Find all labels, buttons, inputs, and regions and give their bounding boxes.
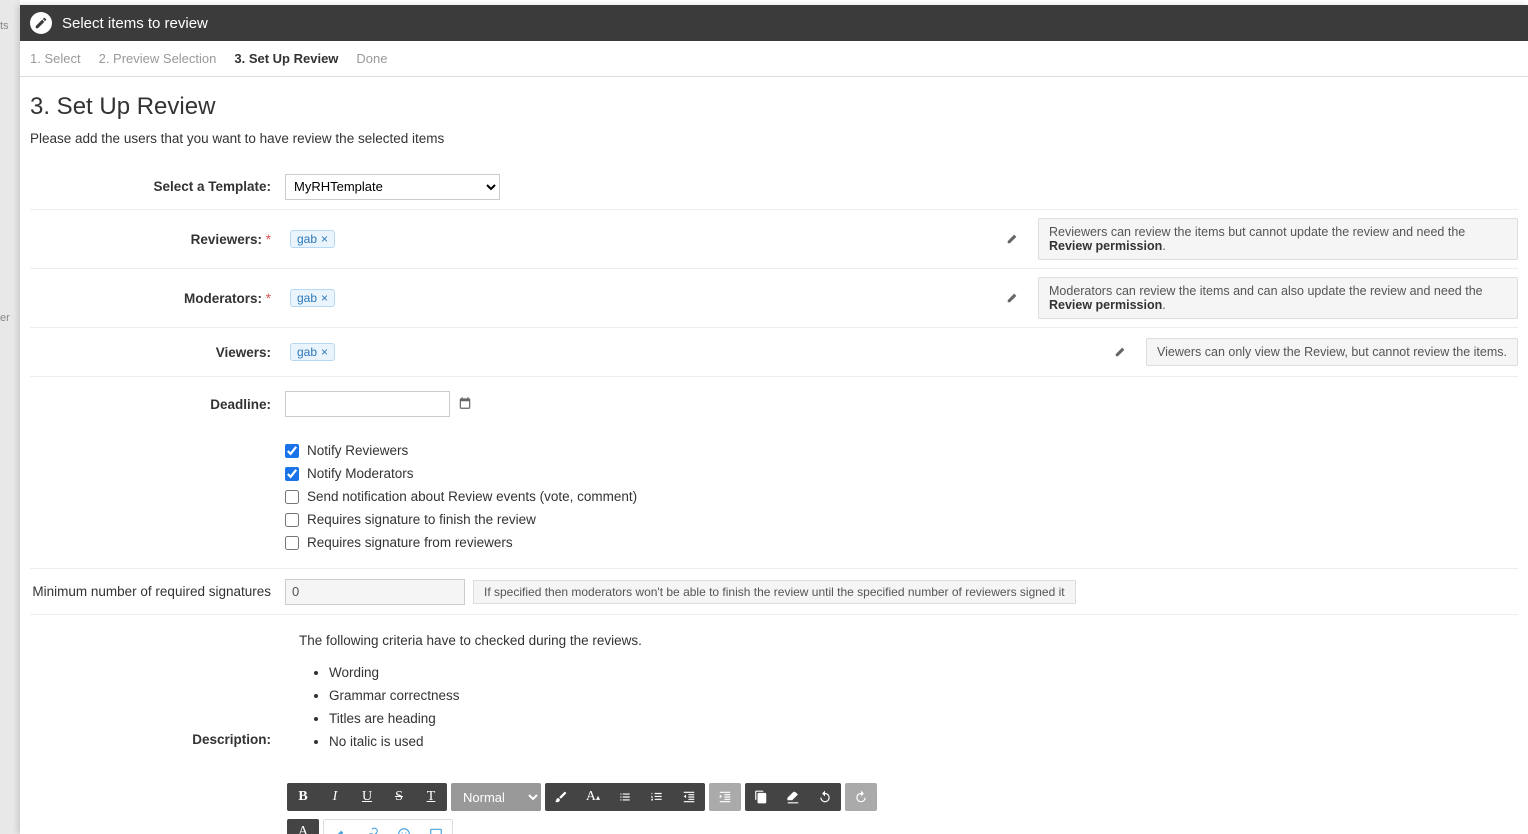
row-moderators: Moderators: * gab× Moderators can review… xyxy=(30,269,1518,328)
row-reviewers: Reviewers: * gab× Reviewers can review t… xyxy=(30,210,1518,269)
reviewers-input[interactable]: gab× xyxy=(285,223,935,255)
clear-format-button[interactable]: T xyxy=(415,783,447,811)
fullscreen-button[interactable] xyxy=(420,820,452,834)
notify-moderators-checkbox[interactable] xyxy=(285,467,299,481)
row-template: Select a Template: MyRHTemplate xyxy=(30,164,1518,210)
form-content: 3. Set Up Review Please add the users th… xyxy=(20,77,1528,834)
send-notification-checkbox[interactable] xyxy=(285,490,299,504)
paragraph-format-select[interactable]: Normal xyxy=(451,783,541,811)
row-deadline: Deadline: xyxy=(30,377,1518,425)
rte-toolbar: B I U S T Normal A▴ xyxy=(285,783,1518,834)
notify-reviewers-checkbox[interactable] xyxy=(285,444,299,458)
reviewers-hint: Reviewers can review the items but canno… xyxy=(1038,218,1518,260)
viewers-hint: Viewers can only view the Review, but ca… xyxy=(1146,338,1518,366)
font-color-button[interactable]: A xyxy=(287,819,319,834)
row-notifications: Notify Reviewers Notify Moderators Send … xyxy=(30,425,1518,569)
calendar-icon[interactable] xyxy=(458,396,472,413)
text-color-button[interactable] xyxy=(545,783,577,811)
link-button[interactable] xyxy=(356,820,388,834)
edit-moderators-icon[interactable] xyxy=(1006,290,1020,307)
remove-tag-icon[interactable]: × xyxy=(321,345,328,359)
step-done[interactable]: Done xyxy=(356,51,387,66)
edit-reviewers-icon[interactable] xyxy=(1006,231,1020,248)
template-select[interactable]: MyRHTemplate xyxy=(285,174,500,200)
step-select[interactable]: 1. Select xyxy=(30,51,81,66)
moderator-tag[interactable]: gab× xyxy=(290,289,335,307)
requires-signature-reviewers-checkbox[interactable] xyxy=(285,536,299,550)
label-viewers: Viewers: xyxy=(30,345,285,360)
outdent-button[interactable] xyxy=(673,783,705,811)
eraser-button[interactable] xyxy=(777,783,809,811)
edit-html-button[interactable] xyxy=(324,820,356,834)
wizard-steps: 1. Select 2. Preview Selection 3. Set Up… xyxy=(20,41,1528,77)
indent-button[interactable] xyxy=(709,783,741,811)
row-viewers: Viewers: gab× Viewers can only view the … xyxy=(30,328,1518,377)
edit-viewers-icon[interactable] xyxy=(1114,344,1128,361)
reviewer-tag[interactable]: gab× xyxy=(290,230,335,248)
label-reviewers: Reviewers: xyxy=(191,232,262,247)
page-heading: 3. Set Up Review xyxy=(30,93,1518,121)
page-intro: Please add the users that you want to ha… xyxy=(30,131,1518,146)
remove-tag-icon[interactable]: × xyxy=(321,291,328,305)
ordered-list-button[interactable] xyxy=(641,783,673,811)
background-app-sliver: ts er xyxy=(0,0,20,834)
requires-signature-finish-checkbox[interactable] xyxy=(285,513,299,527)
deadline-input[interactable] xyxy=(285,391,450,417)
step-setup[interactable]: 3. Set Up Review xyxy=(234,51,338,66)
row-min-signatures: Minimum number of required signatures If… xyxy=(30,569,1518,615)
label-description: Description: xyxy=(30,732,285,747)
app-logo-icon xyxy=(30,12,52,34)
modal-header: Select items to review xyxy=(20,5,1528,41)
unordered-list-button[interactable] xyxy=(609,783,641,811)
min-signatures-input xyxy=(285,579,465,605)
step-preview[interactable]: 2. Preview Selection xyxy=(99,51,217,66)
viewers-input[interactable]: gab× xyxy=(285,336,935,368)
italic-button[interactable]: I xyxy=(319,783,351,811)
modal-title: Select items to review xyxy=(62,15,208,32)
min-signatures-hint: If specified then moderators won't be ab… xyxy=(473,580,1076,604)
font-size-button[interactable]: A▴ xyxy=(577,783,609,811)
strikethrough-button[interactable]: S xyxy=(383,783,415,811)
label-template: Select a Template: xyxy=(30,179,285,194)
viewer-tag[interactable]: gab× xyxy=(290,343,335,361)
label-moderators: Moderators: xyxy=(184,291,262,306)
undo-button[interactable] xyxy=(809,783,841,811)
moderators-hint: Moderators can review the items and can … xyxy=(1038,277,1518,319)
label-min-signatures: Minimum number of required signatures xyxy=(30,584,285,599)
bold-button[interactable]: B xyxy=(287,783,319,811)
review-wizard-modal: Select items to review 1. Select 2. Prev… xyxy=(20,5,1528,834)
row-description: Description: The following criteria have… xyxy=(30,615,1518,834)
label-deadline: Deadline: xyxy=(30,397,285,412)
copy-button[interactable] xyxy=(745,783,777,811)
moderators-input[interactable]: gab× xyxy=(285,282,935,314)
emoji-button[interactable] xyxy=(388,820,420,834)
underline-button[interactable]: U xyxy=(351,783,383,811)
remove-tag-icon[interactable]: × xyxy=(321,232,328,246)
redo-button[interactable] xyxy=(845,783,877,811)
description-editor[interactable]: The following criteria have to checked d… xyxy=(285,623,1518,783)
